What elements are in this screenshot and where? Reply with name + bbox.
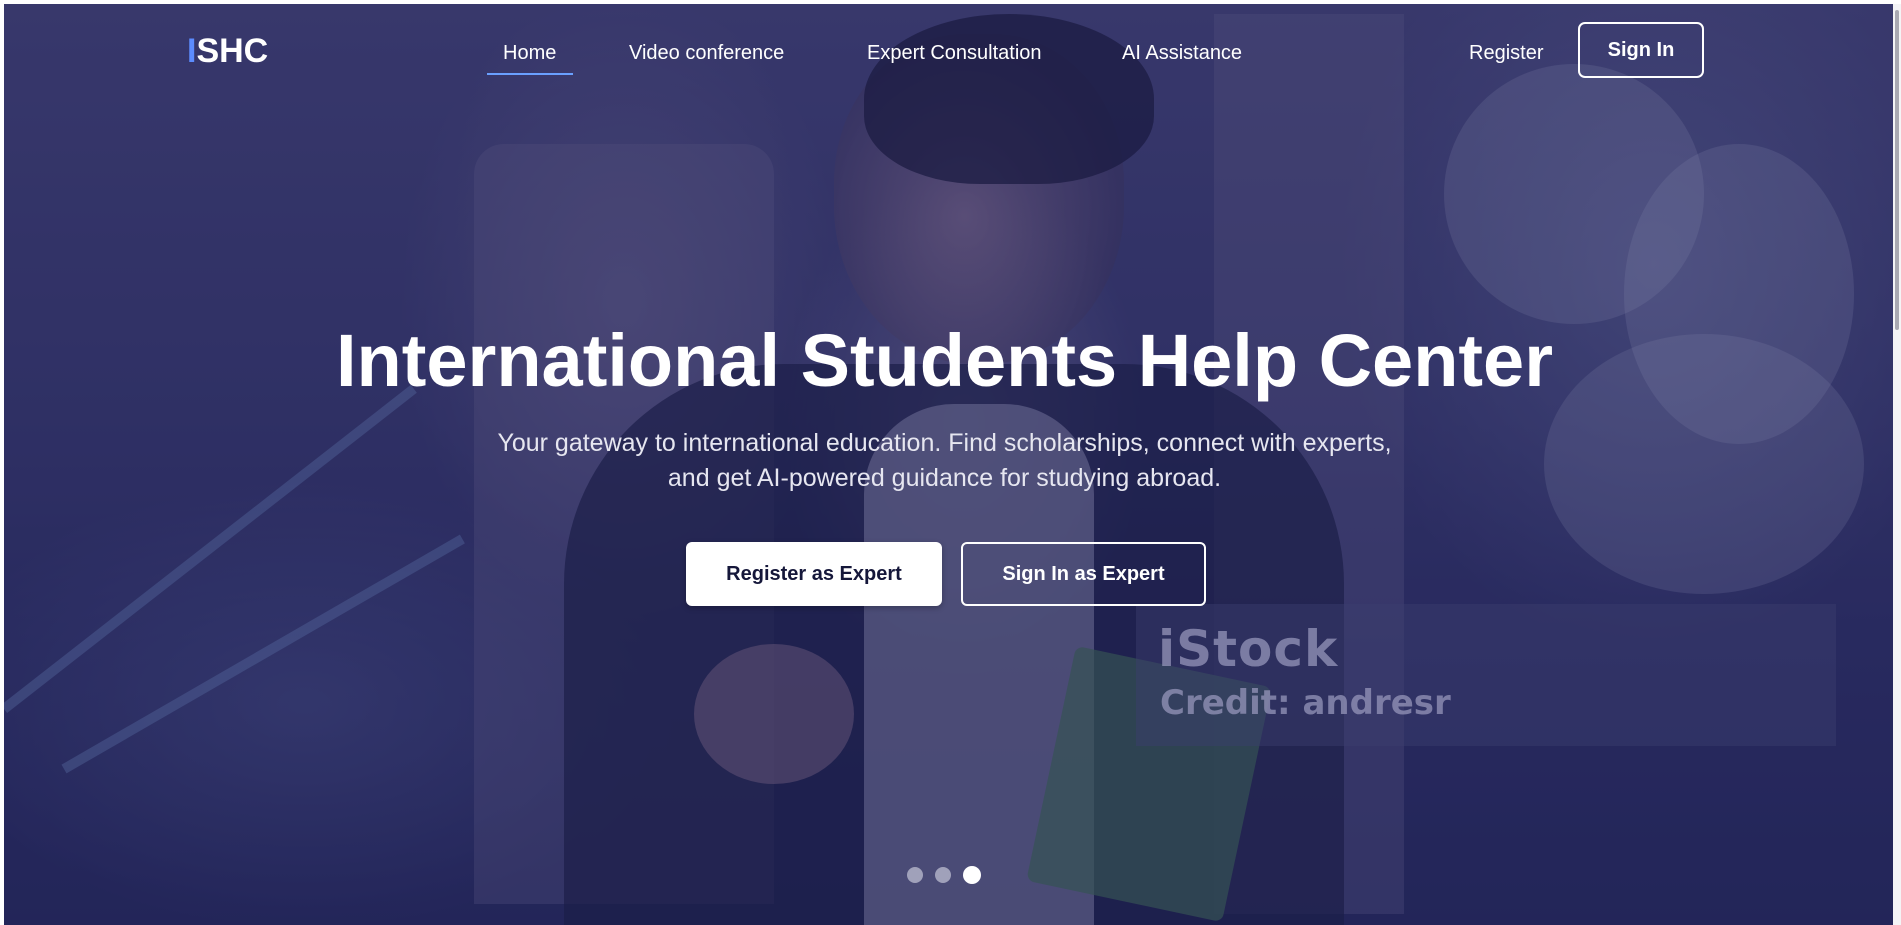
sign-in-button[interactable]: Sign In	[1578, 22, 1704, 78]
site-logo[interactable]: ISHC	[187, 32, 268, 71]
nav-item-video-conference[interactable]: Video conference	[629, 42, 784, 65]
watermark-credit: Credit: andresr	[1160, 683, 1451, 723]
register-as-expert-button[interactable]: Register as Expert	[686, 542, 942, 606]
nav-item-home[interactable]: Home	[503, 42, 556, 65]
carousel-dot-2[interactable]	[935, 867, 951, 883]
hero-subtitle-line: Your gateway to international education.…	[497, 429, 1392, 457]
nav-item-ai-assistance[interactable]: AI Assistance	[1122, 42, 1242, 65]
logo-text: SHC	[196, 32, 269, 70]
register-link[interactable]: Register	[1469, 42, 1543, 65]
hero-title: International Students Help Center	[335, 319, 1554, 402]
nav-item-expert-consultation[interactable]: Expert Consultation	[867, 42, 1042, 65]
hero-subtitle-line: and get AI-powered guidance for studying…	[667, 464, 1222, 492]
carousel-dot-1[interactable]	[907, 867, 923, 883]
carousel-indicators	[907, 866, 981, 884]
carousel-dot-3-active[interactable]	[963, 866, 981, 884]
page-scrollbar-thumb[interactable]	[1895, 10, 1899, 330]
active-nav-indicator	[487, 73, 573, 75]
sign-in-as-expert-button[interactable]: Sign In as Expert	[961, 542, 1206, 606]
hero-subtitle: Your gateway to international education.…	[0, 426, 1889, 496]
watermark-logo: iStock	[1158, 620, 1339, 678]
